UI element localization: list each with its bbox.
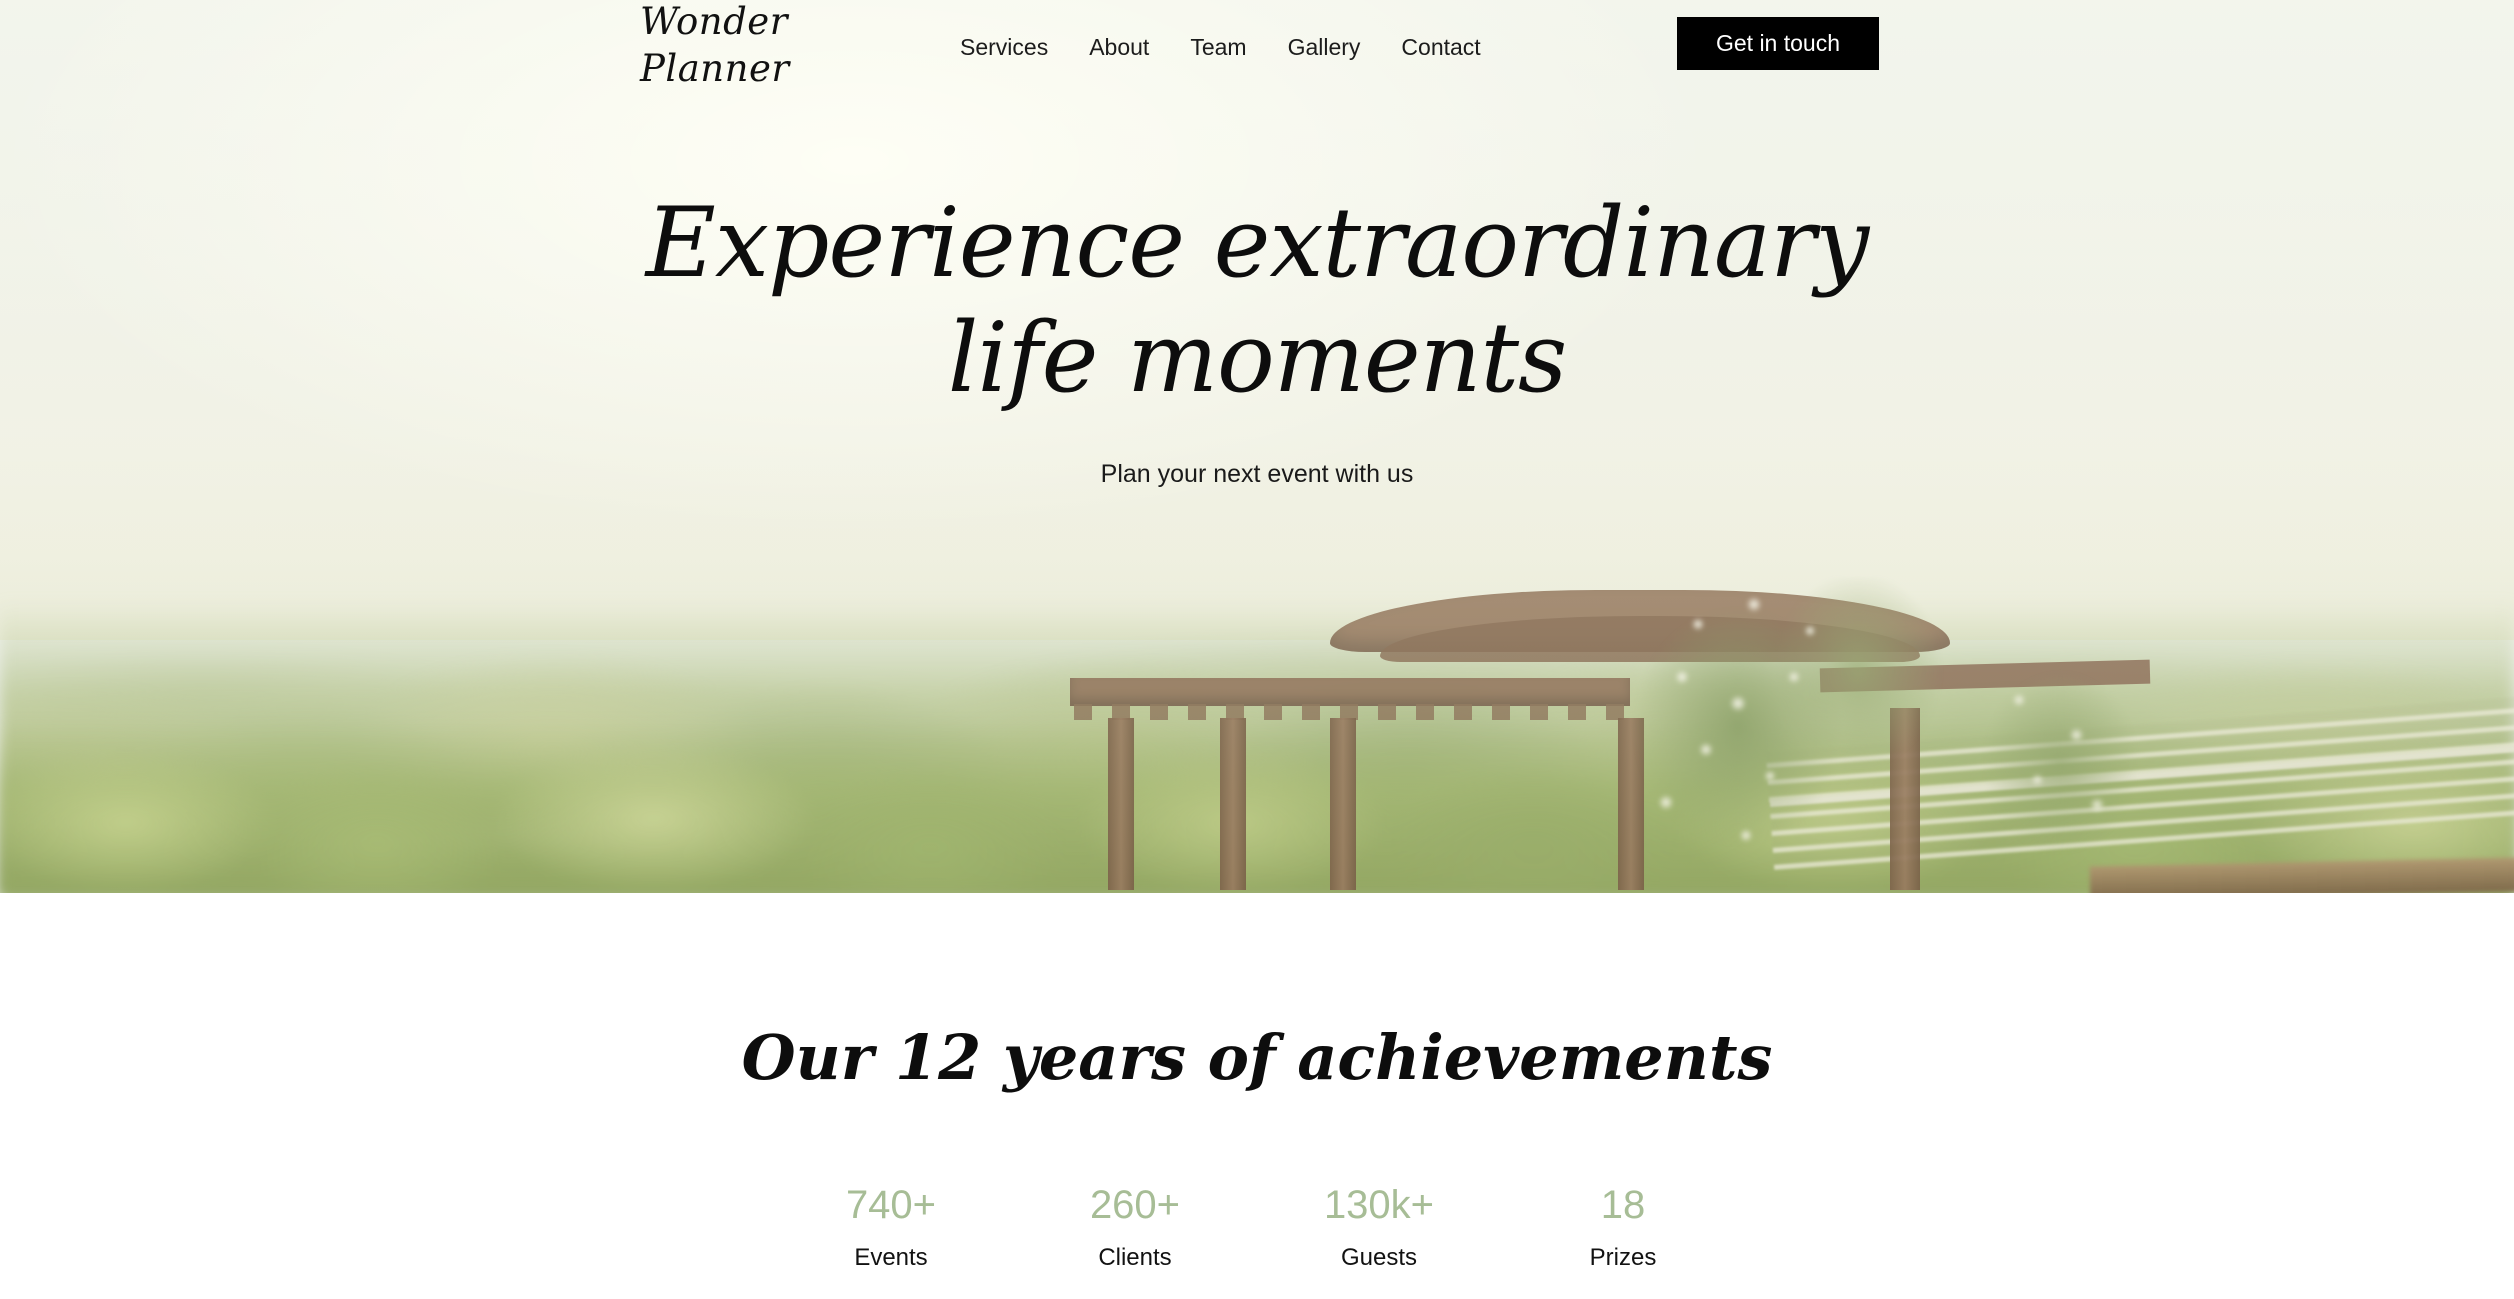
stat-item-clients: 260+ Clients	[1074, 1182, 1196, 1273]
hero-subtitle: Plan your next event with us	[1100, 460, 1414, 488]
nav-item-about[interactable]: About	[1089, 34, 1149, 61]
hero-background-photo	[0, 0, 2514, 893]
wooden-pergola	[1070, 578, 2180, 893]
nav-item-contact[interactable]: Contact	[1401, 34, 1480, 61]
stat-value: 18	[1600, 1183, 1646, 1227]
stats-row: 740+ Events 260+ Clients 130k+ Guests 18…	[830, 1182, 1684, 1273]
nav-item-services[interactable]: Services	[960, 34, 1048, 61]
stat-value: 130k+	[1323, 1183, 1435, 1227]
pergola-post	[1330, 718, 1356, 890]
stat-label: Prizes	[1589, 1244, 1657, 1271]
stat-item-events: 740+ Events	[830, 1182, 952, 1273]
stat-label: Guests	[1340, 1244, 1418, 1271]
pergola-post	[1108, 718, 1134, 890]
get-in-touch-button[interactable]: Get in touch	[1677, 17, 1879, 70]
stat-value: 740+	[845, 1183, 937, 1227]
stat-value: 260+	[1089, 1183, 1181, 1227]
page-title: Experience extraordinary life moments	[645, 187, 1870, 414]
brand-logo-line1: Wonder	[640, 0, 788, 43]
stat-label: Events	[854, 1244, 928, 1271]
page-root: Experience extraordinary life moments Pl…	[0, 0, 2514, 1299]
brand-logo[interactable]: Wonder Planner	[640, 0, 840, 92]
pergola-crossbeam	[1070, 678, 1630, 720]
primary-navigation: Services About Team Gallery Contact	[960, 34, 1481, 61]
stat-item-guests: 130k+ Guests	[1318, 1182, 1440, 1273]
flower-garland-right	[1950, 650, 2180, 893]
stat-item-prizes: 18 Prizes	[1562, 1182, 1684, 1273]
pergola-post	[1220, 718, 1246, 890]
brand-logo-line2: Planner	[640, 47, 790, 90]
nav-item-team[interactable]: Team	[1190, 34, 1246, 61]
site-header: Wonder Planner Services About Team Galle…	[0, 0, 2514, 100]
nav-item-gallery[interactable]: Gallery	[1288, 34, 1361, 61]
hero-section: Experience extraordinary life moments Pl…	[0, 0, 2514, 893]
stat-label: Clients	[1098, 1244, 1172, 1271]
achievements-title: Our 12 years of achievements	[741, 1021, 1773, 1094]
